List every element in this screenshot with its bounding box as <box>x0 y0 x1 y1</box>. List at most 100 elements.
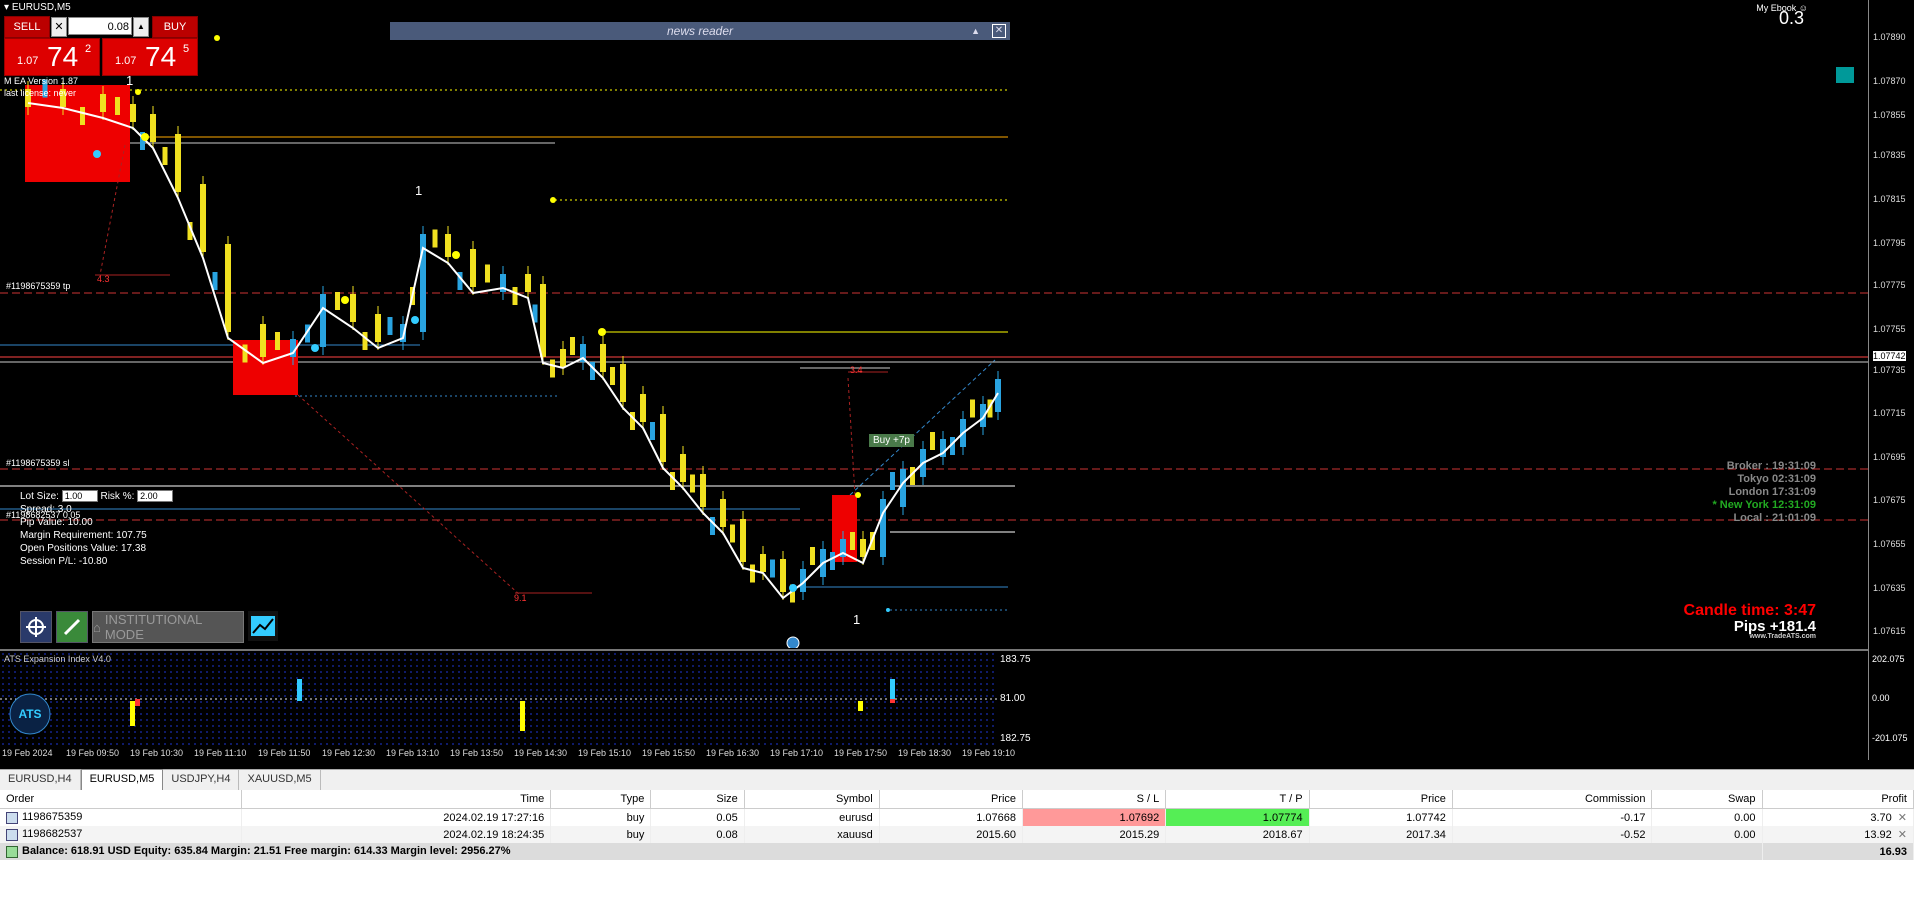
lot-increase-button[interactable]: ▲ <box>133 17 149 37</box>
sell-price-sup: 2 <box>85 43 92 55</box>
buy-price-display[interactable]: 1.07 74 5 <box>102 38 198 76</box>
session-clock: Tokyo 02:31:09 <box>1737 473 1816 485</box>
sell-price-display[interactable]: 1.07 74 2 <box>4 38 100 76</box>
time-axis-label: 19 Feb 12:30 <box>322 748 376 758</box>
candle <box>432 229 438 248</box>
candle <box>225 244 231 332</box>
distance-label: 4.3 <box>97 274 110 284</box>
table-row[interactable]: 1198675359 2024.02.19 17:27:16 buy 0.05 euru… <box>0 808 1914 826</box>
candle <box>470 249 476 287</box>
indicator-bar <box>890 679 895 699</box>
time-axis-label: 19 Feb 2024 <box>2 748 53 758</box>
price-scale-label: 1.07870 <box>1873 76 1906 86</box>
candle <box>200 184 206 252</box>
link-button[interactable] <box>56 611 88 643</box>
candle <box>970 399 975 418</box>
candle <box>560 349 566 367</box>
close-position-icon[interactable]: ✕ <box>1898 829 1907 841</box>
column-header[interactable]: Type <box>550 790 652 809</box>
candle <box>485 264 490 283</box>
column-header[interactable]: Price <box>1309 790 1453 809</box>
chart-tab[interactable]: USDJPY,H4 <box>163 770 240 790</box>
column-header[interactable]: Swap <box>1651 790 1763 809</box>
marker-dot <box>341 296 349 304</box>
indicator-subwindow[interactable]: ATS ATS Expansion Index V4.0 183.75 81.0… <box>0 649 1908 748</box>
marker-dot <box>311 344 319 352</box>
indicator-bar <box>520 701 525 731</box>
price-scale-label: 1.07715 <box>1873 408 1906 418</box>
indicator-left-value: 182.75 <box>1000 733 1031 744</box>
marker-dot <box>411 316 419 324</box>
price-scale-label: 1.07635 <box>1873 583 1906 593</box>
candle <box>80 107 85 125</box>
order-cell: 1198682537 <box>0 826 242 843</box>
collapse-icon[interactable]: ▲ <box>971 22 980 40</box>
close-position-icon[interactable]: ✕ <box>1898 812 1907 824</box>
column-header[interactable]: Symbol <box>744 790 880 809</box>
chart-tab[interactable]: EURUSD,H4 <box>0 770 81 790</box>
link-icon <box>63 618 81 636</box>
candle <box>780 559 786 592</box>
column-header[interactable]: Price <box>879 790 1024 809</box>
terminal-panel: Order Time Type Size Symbol Price S / LT / P Pr… <box>0 790 1914 905</box>
chart-tab[interactable]: XAUUSD,M5 <box>239 770 321 790</box>
table-cell: 2018.67 <box>1165 826 1310 843</box>
diag-2 <box>297 394 521 596</box>
column-header[interactable]: Size <box>650 790 745 809</box>
open-positions-text: Open Positions Value: 17.38 <box>20 543 147 554</box>
candle <box>650 422 655 440</box>
buy-price-small: 1.07 <box>115 55 137 67</box>
risk-input[interactable] <box>137 490 174 502</box>
column-header[interactable]: Order <box>0 790 242 809</box>
table-cell: 0.00 <box>1651 808 1763 826</box>
table-row[interactable]: 1198682537 2024.02.19 18:24:35 buy 0.08 xauu… <box>0 826 1914 843</box>
buy-button[interactable]: BUY <box>152 16 198 38</box>
close-icon[interactable]: ✕ <box>992 24 1006 38</box>
price-scale-label: 1.07615 <box>1873 626 1906 636</box>
marker-dot <box>598 328 606 336</box>
crosshair-button[interactable] <box>20 611 52 643</box>
lot-size-input[interactable] <box>61 490 98 502</box>
candle <box>860 539 866 557</box>
lot-decrease-button[interactable]: ✕ <box>51 17 67 37</box>
chart-window[interactable]: ▾ EURUSD,M5 SELL ✕ 0.08 ▲ BUY 1.07 74 2 … <box>0 0 1914 760</box>
candle <box>740 519 746 562</box>
sell-button[interactable]: SELL <box>4 16 50 38</box>
candle <box>570 337 575 355</box>
candle <box>770 559 775 578</box>
time-axis-label: 19 Feb 19:10 <box>962 748 1016 758</box>
candle <box>115 97 120 115</box>
balance-row: Balance: 618.91 USD Equity: 635.84 Margi… <box>0 843 1914 860</box>
column-header[interactable]: S / L <box>1022 790 1167 809</box>
price-scale-label: 1.07835 <box>1873 150 1906 160</box>
column-header[interactable]: Time <box>241 790 552 809</box>
news-reader-title: news reader <box>666 24 734 38</box>
candle <box>730 524 735 543</box>
time-axis: 19 Feb 2024 19 Feb 09:50 19 Feb 10:30 19 Fe… <box>0 748 1868 762</box>
candle <box>445 234 451 257</box>
indicator-svg: ATS <box>0 651 1000 748</box>
chart-image-button[interactable] <box>248 611 278 641</box>
column-header[interactable]: T / P <box>1165 790 1310 809</box>
price-scale-label: 1.07742 <box>1873 351 1906 361</box>
top-right-value: 0.3 <box>1778 8 1804 28</box>
ea-version-label: M EA Version 1.87 <box>4 76 79 86</box>
indicator-right-value: 0.00 <box>1872 693 1890 703</box>
column-header[interactable]: Commission <box>1452 790 1653 809</box>
chart-tab[interactable]: EURUSD,M5 <box>80 769 164 790</box>
time-axis-label: 19 Feb 11:10 <box>194 748 247 758</box>
price-scale-label: 1.07755 <box>1873 324 1906 334</box>
candle <box>720 499 726 527</box>
column-header[interactable]: Profit <box>1762 790 1914 809</box>
lot-input[interactable]: 0.08 <box>68 17 132 35</box>
main-chart[interactable]: ▾ EURUSD,M5 SELL ✕ 0.08 ▲ BUY 1.07 74 2 … <box>0 0 1914 650</box>
candle <box>890 472 895 490</box>
institutional-mode-button[interactable]: ⌂ INSTITUTIONAL MODE <box>92 611 244 643</box>
time-axis-label: 19 Feb 15:50 <box>642 748 696 758</box>
price-scale[interactable]: 1.07890 1.07870 1.07855 1.07835 1.07815 1.077… <box>1868 0 1914 760</box>
order-id: 1198675359 <box>22 811 83 824</box>
news-reader-bar[interactable]: news reader ▲ ✕ <box>390 22 1010 40</box>
table-cell: 0.05 <box>650 808 745 826</box>
candle <box>525 274 531 292</box>
marker-dot <box>141 133 149 141</box>
